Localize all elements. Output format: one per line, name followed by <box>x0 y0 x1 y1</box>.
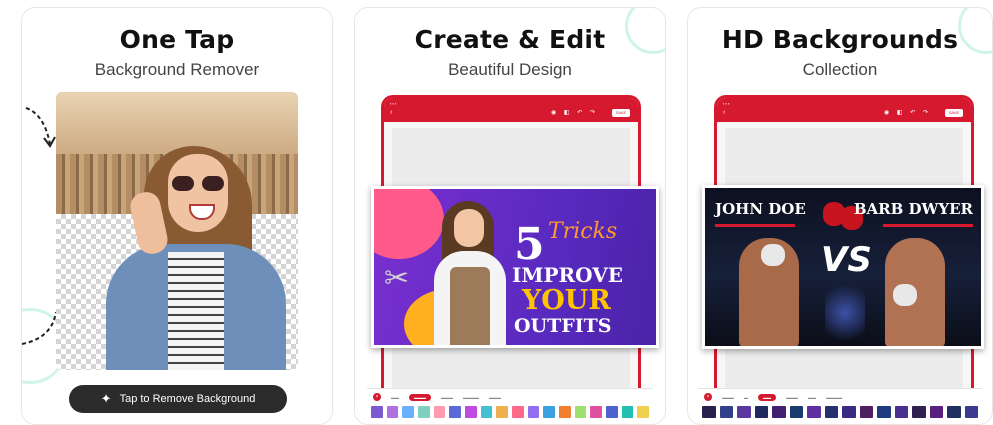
background-thumbnail[interactable] <box>859 406 873 418</box>
model-apron <box>450 267 490 345</box>
card-create-edit: Create & Edit Beautiful Design ▪ ▪ ▪ ‹ ◉… <box>354 7 666 425</box>
background-thumbnail[interactable] <box>842 406 856 418</box>
sunglasses-icon <box>170 176 226 192</box>
color-swatch[interactable] <box>480 406 493 418</box>
color-swatch[interactable] <box>418 406 430 418</box>
remove-background-label: Tap to Remove Background <box>119 393 256 405</box>
toolbar-tabs: × ▬▬ ▬▬▬ ▬▬▬ ▬▬▬▬ ▬▬▬ <box>367 392 653 402</box>
card-title: Create & Edit <box>414 25 606 54</box>
card-background-remover: One Tap Background Remover ✦ Tap to Remo… <box>21 7 333 425</box>
background-thumbnail-row <box>702 406 978 418</box>
remove-background-button[interactable]: ✦ Tap to Remove Background <box>69 385 287 413</box>
red-underline <box>883 224 973 227</box>
toolbar-tab[interactable]: ▬▬▬ <box>786 395 798 400</box>
color-swatch[interactable] <box>574 406 587 418</box>
color-swatch[interactable] <box>621 406 634 418</box>
background-thumbnail[interactable] <box>894 406 908 418</box>
color-swatch-row <box>371 406 650 418</box>
subject-shirt <box>168 252 224 370</box>
versus-label: VS <box>821 240 872 280</box>
background-thumbnail[interactable] <box>772 406 786 418</box>
save-button[interactable]: SAVE <box>612 109 630 117</box>
toolbar-tab[interactable]: ▬▬▬ <box>489 395 501 400</box>
card-hd-backgrounds: HD Backgrounds Collection ▪ ▪ ▪ ‹ ◉ ◧ ↶ … <box>687 7 993 425</box>
background-thumbnail[interactable] <box>754 406 768 418</box>
banner-line-2: YOUR <box>522 285 611 316</box>
background-thumbnail[interactable] <box>877 406 891 418</box>
back-arrow-icon[interactable]: ‹ <box>723 109 725 116</box>
boxing-banner: JOHN DOE BARB DWYER VS <box>702 185 984 349</box>
toolbar-tab[interactable]: ▬▬ <box>808 395 816 400</box>
card-subtitle: Background Remover <box>94 60 260 79</box>
editor-topbar: ▪ ▪ ▪ ‹ ◉ ◧ ↶ ↷ SAVE <box>717 98 971 122</box>
background-thumbnail[interactable] <box>702 406 716 418</box>
editor-color-toolbar: × ▬▬ ▬▬▬ ▬▬▬ ▬▬▬▬ ▬▬▬ <box>367 388 653 424</box>
background-thumbnail[interactable] <box>789 406 803 418</box>
toolbar-tab[interactable]: ▬▬▬▬ <box>826 395 842 400</box>
close-icon[interactable]: × <box>373 393 381 401</box>
background-thumbnail[interactable] <box>947 406 961 418</box>
editor-topbar: ▪ ▪ ▪ ‹ ◉ ◧ ↶ ↷ SAVE <box>384 98 638 122</box>
editor-background-toolbar: × ▬▬▬ ▬ ▬▬ ▬▬▬ ▬▬ ▬▬▬▬ <box>698 388 982 424</box>
toolbar-tab[interactable]: ▬▬▬ <box>441 395 453 400</box>
color-swatch[interactable] <box>606 406 618 418</box>
color-swatch[interactable] <box>449 406 462 418</box>
toolbar-tab[interactable]: ▬▬▬ <box>722 395 734 400</box>
card-subtitle: Beautiful Design <box>448 60 572 79</box>
model-face <box>454 209 484 247</box>
boxing-glove-icon <box>761 244 785 266</box>
color-swatch[interactable] <box>386 406 399 418</box>
fighter-left-name: JOHN DOE <box>715 200 806 218</box>
background-thumbnail[interactable] <box>964 406 978 418</box>
color-swatch[interactable] <box>543 406 556 418</box>
background-thumbnail[interactable] <box>929 406 943 418</box>
subject-face <box>168 154 228 232</box>
red-underline <box>715 224 795 227</box>
banner-line-3: OUTFITS <box>514 315 612 337</box>
background-thumbnail[interactable] <box>737 406 751 418</box>
banner-script-word: Tricks <box>548 219 618 244</box>
background-thumbnail[interactable] <box>912 406 926 418</box>
color-swatch[interactable] <box>559 406 571 418</box>
editor-tools-icons[interactable]: ◉ ◧ ↶ ↷ <box>551 109 598 116</box>
color-swatch[interactable] <box>371 406 383 418</box>
color-swatch[interactable] <box>465 406 477 418</box>
fighter-right-name: BARB DWYER <box>853 200 973 218</box>
boxing-glove-icon <box>893 284 917 306</box>
color-swatch[interactable] <box>590 406 603 418</box>
outfits-banner: ✂ 5 Tricks IMPROVE YOUR OUTFITS <box>371 186 659 348</box>
close-icon[interactable]: × <box>704 393 712 401</box>
scissors-icon: ✂ <box>384 262 410 295</box>
banner-line-1: IMPROVE <box>512 263 623 287</box>
before-after-photo <box>56 92 298 370</box>
color-swatch[interactable] <box>527 406 540 418</box>
stage-light <box>825 278 865 346</box>
background-thumbnail[interactable] <box>824 406 838 418</box>
toolbar-tab-active[interactable]: ▬▬▬ <box>409 393 431 401</box>
color-swatch[interactable] <box>402 406 415 418</box>
background-thumbnail[interactable] <box>807 406 821 418</box>
toolbar-tabs: × ▬▬▬ ▬ ▬▬ ▬▬▬ ▬▬ ▬▬▬▬ <box>698 392 982 402</box>
color-swatch[interactable] <box>512 406 524 418</box>
color-swatch[interactable] <box>433 406 446 418</box>
color-swatch[interactable] <box>637 406 650 418</box>
card-title: HD Backgrounds <box>721 25 959 54</box>
editor-tools-icons[interactable]: ◉ ◧ ↶ ↷ <box>884 109 931 116</box>
back-arrow-icon[interactable]: ‹ <box>390 109 392 116</box>
color-swatch[interactable] <box>496 406 509 418</box>
card-subtitle: Collection <box>802 60 878 79</box>
card-title: One Tap <box>119 25 235 54</box>
status-time: ▪ ▪ ▪ <box>723 101 730 106</box>
toolbar-tab[interactable]: ▬▬▬▬ <box>463 395 479 400</box>
save-button[interactable]: SAVE <box>945 109 963 117</box>
toolbar-tab[interactable]: ▬▬ <box>391 395 399 400</box>
background-thumbnail[interactable] <box>719 406 733 418</box>
sparkle-icon: ✦ <box>100 391 112 406</box>
toolbar-tab[interactable]: ▬ <box>744 395 748 400</box>
toolbar-tab-active[interactable]: ▬▬ <box>758 393 776 401</box>
status-time: ▪ ▪ ▪ <box>390 101 397 106</box>
pink-blob-decoration <box>374 189 444 259</box>
